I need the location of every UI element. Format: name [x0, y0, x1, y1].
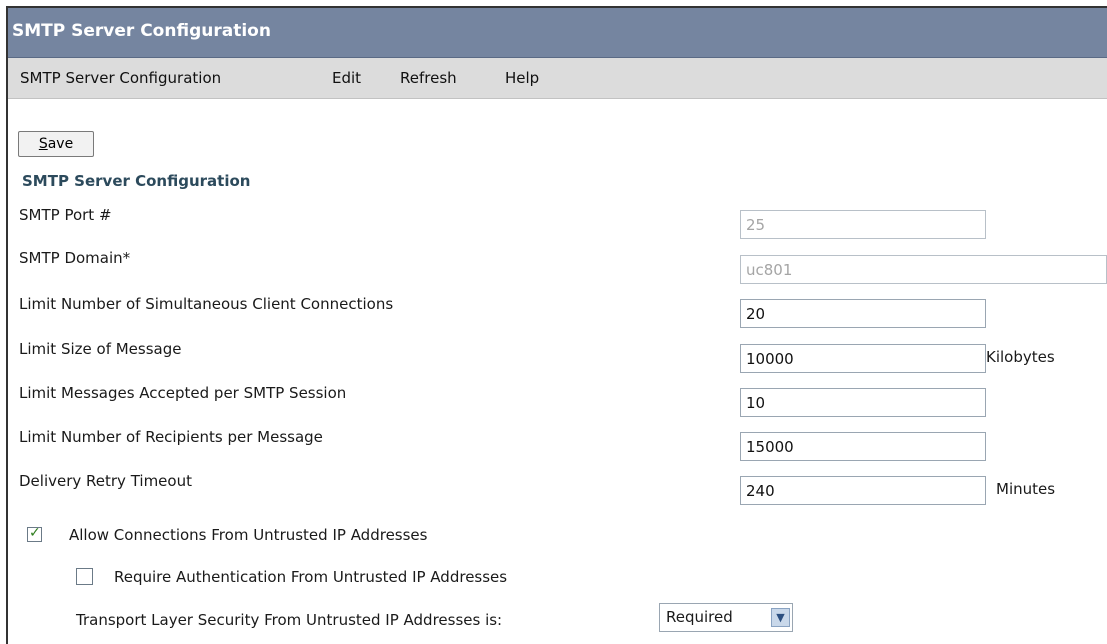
title-bar: SMTP Server Configuration — [8, 8, 1107, 58]
limit-recipients-label: Limit Number of Recipients per Message — [19, 428, 323, 446]
limit-recipients-input[interactable] — [740, 432, 986, 461]
menu-smtp-server-configuration[interactable]: SMTP Server Configuration — [20, 69, 221, 87]
section-title: SMTP Server Configuration — [22, 172, 251, 190]
menu-refresh[interactable]: Refresh — [400, 69, 457, 87]
tls-label: Transport Layer Security From Untrusted … — [76, 611, 503, 629]
limit-connections-label: Limit Number of Simultaneous Client Conn… — [19, 295, 394, 313]
retry-timeout-input[interactable] — [740, 476, 986, 505]
limit-size-label: Limit Size of Message — [19, 340, 182, 358]
save-accel-key: S — [38, 136, 48, 152]
menu-bar: SMTP Server Configuration Edit Refresh H… — [8, 58, 1107, 99]
smtp-domain-label: SMTP Domain* — [19, 249, 131, 267]
retry-timeout-label: Delivery Retry Timeout — [19, 472, 192, 490]
smtp-port-input[interactable] — [740, 210, 986, 239]
limit-messages-input[interactable] — [740, 388, 986, 417]
window-title: SMTP Server Configuration — [12, 21, 271, 41]
require-auth-checkbox[interactable] — [76, 568, 93, 585]
limit-size-input[interactable] — [740, 344, 986, 373]
smtp-port-label: SMTP Port # — [19, 206, 112, 224]
require-auth-label: Require Authentication From Untrusted IP… — [114, 568, 508, 586]
save-button-label: ave — [47, 136, 74, 152]
smtp-domain-input[interactable] — [740, 255, 1107, 284]
save-button[interactable]: Save — [18, 131, 94, 157]
allow-untrusted-label: Allow Connections From Untrusted IP Addr… — [69, 526, 428, 544]
tls-select[interactable]: Required ▼ — [659, 603, 793, 632]
tls-select-value: Required — [666, 608, 733, 626]
limit-connections-input[interactable] — [740, 299, 986, 328]
retry-timeout-unit: Minutes — [996, 480, 1056, 498]
menu-edit[interactable]: Edit — [332, 69, 361, 87]
checkmark-icon: ✓ — [29, 525, 41, 541]
limit-size-unit: Kilobytes — [986, 348, 1055, 366]
limit-messages-label: Limit Messages Accepted per SMTP Session — [19, 384, 347, 402]
chevron-down-icon[interactable]: ▼ — [771, 608, 790, 627]
allow-untrusted-checkbox[interactable]: ✓ — [27, 525, 42, 542]
menu-help[interactable]: Help — [505, 69, 539, 87]
